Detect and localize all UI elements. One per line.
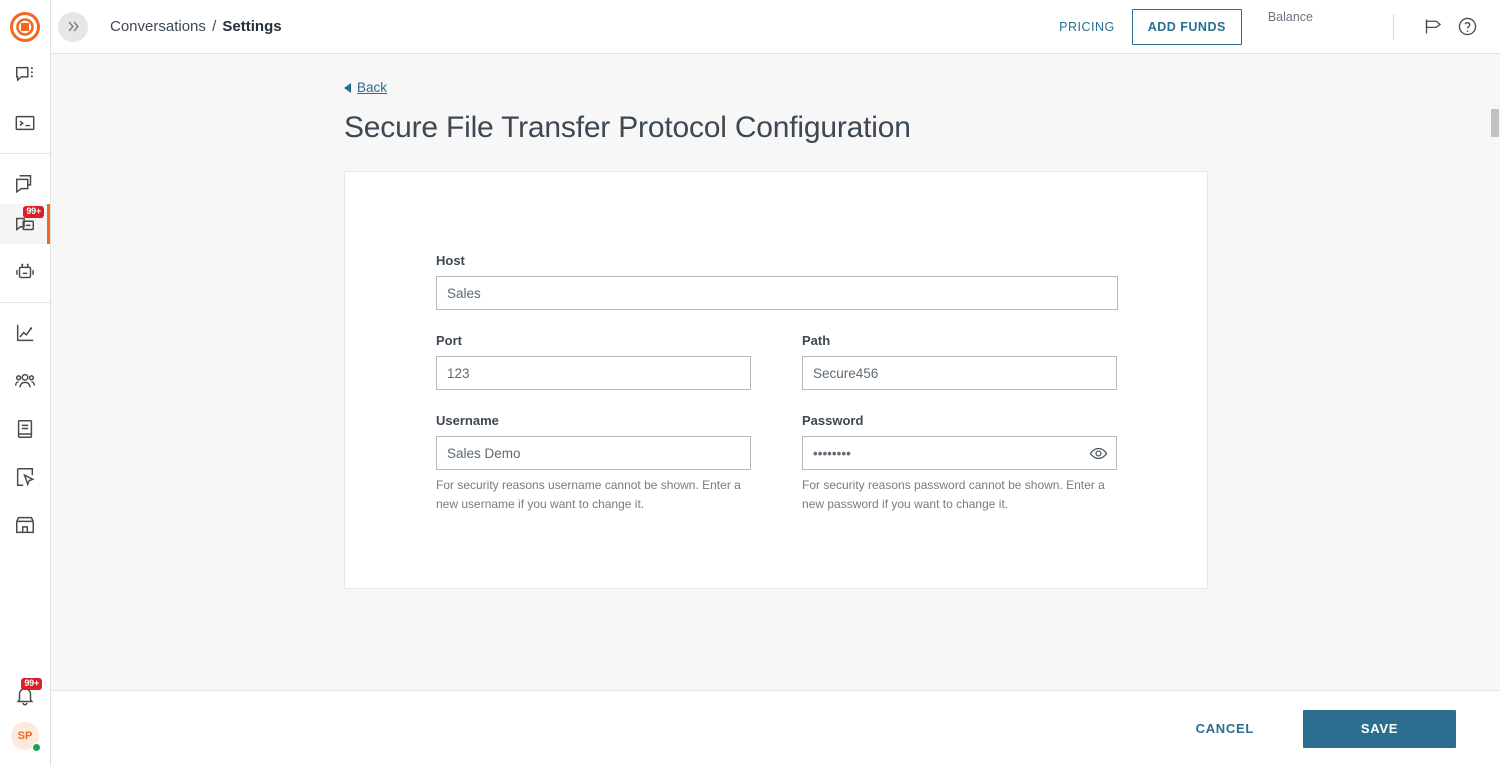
port-input[interactable] [436,356,751,390]
cursor-frame-icon [16,468,35,487]
eye-icon[interactable] [1087,442,1109,464]
host-field-group: Host [436,253,1118,310]
password-helper-text: For security reasons password cannot be … [802,478,1105,512]
sidebar-item-templates[interactable] [0,164,50,204]
sftp-config-card: Host Port Path Username [344,171,1208,589]
sidebar-item-console[interactable] [0,103,50,143]
back-caret-icon [344,82,351,93]
rail-divider [0,153,50,154]
host-input[interactable] [436,276,1118,310]
notifications-button[interactable]: 99+ [0,676,50,716]
copy-chat-icon [16,175,32,194]
port-field-group: Port [436,333,751,390]
sidebar-item-contacts[interactable] [0,361,50,401]
breadcrumb-separator: / [212,18,217,35]
sidebar-item-marketplace[interactable] [0,505,50,545]
breadcrumb-current: Settings [222,18,282,35]
port-path-row: Port Path [436,333,1118,390]
robot-icon [16,263,34,279]
header-divider [1393,13,1394,40]
presence-indicator [32,743,41,752]
megaphone-icon[interactable] [1416,10,1450,44]
top-header: Conversations / Settings PRICING ADD FUN… [51,0,1500,54]
left-nav-rail: 99+ 99+ SP [0,0,51,766]
storefront-icon [16,516,34,534]
host-label: Host [436,253,465,268]
people-group-icon [14,373,36,388]
breadcrumb: Conversations / Settings [110,18,282,35]
sidebar-item-inbox[interactable]: 99+ [0,204,50,244]
breadcrumb-parent[interactable]: Conversations [110,18,206,35]
target-logo-icon[interactable] [9,11,41,43]
password-input-wrapper [802,436,1117,470]
pricing-link[interactable]: PRICING [1059,20,1115,34]
sidebar-item-documents[interactable] [0,409,50,449]
header-actions: PRICING ADD FUNDS Balance [1059,0,1500,54]
terminal-icon [15,115,35,131]
app-root: 99+ 99+ SP Conversations / Settings PRIC… [0,0,1500,766]
page-scrollbar-thumb[interactable] [1491,109,1499,137]
rail-divider [0,302,50,303]
credentials-row: Username For security reasons username c… [436,413,1118,515]
password-input[interactable] [802,436,1117,470]
port-label: Port [436,333,462,348]
password-field-group: Password For security reasons password c… [802,413,1117,515]
password-label: Password [802,413,864,428]
username-input[interactable] [436,436,751,470]
sidebar-item-analytics[interactable] [0,313,50,353]
username-label: Username [436,413,499,428]
path-input[interactable] [802,356,1117,390]
rail-item-list: 99+ [0,55,50,545]
book-icon [17,420,33,438]
path-label: Path [802,333,831,348]
path-field-group: Path [802,333,1117,390]
sidebar-item-conversations[interactable] [0,55,50,95]
username-field-group: Username For security reasons username c… [436,413,751,515]
page-scrollbar-track[interactable] [1490,54,1500,690]
chat-bubble-dots-icon [16,66,33,82]
rail-bottom-section: 99+ SP [0,676,50,756]
balance-label: Balance [1267,9,1313,24]
sftp-form: Host Port Path Username [436,253,1118,515]
inbox-badge: 99+ [23,206,44,218]
line-chart-icon [16,324,34,342]
page-title: Secure File Transfer Protocol Configurat… [344,111,911,144]
cancel-button[interactable]: CANCEL [1182,711,1268,746]
back-link[interactable]: Back [344,80,387,95]
chevron-double-right-icon[interactable] [58,11,88,42]
back-label: Back [357,80,388,95]
save-button[interactable]: SAVE [1303,709,1456,748]
add-funds-button[interactable]: ADD FUNDS [1131,8,1242,45]
notifications-badge: 99+ [21,678,42,690]
avatar[interactable]: SP [0,716,50,756]
action-footer: CANCEL SAVE [51,690,1500,766]
page-content: Back Secure File Transfer Protocol Confi… [51,54,1500,690]
username-helper-text: For security reasons username cannot be … [436,478,741,512]
help-circle-icon[interactable] [1450,10,1484,44]
sidebar-item-bots[interactable] [0,252,50,292]
sidebar-item-campaigns[interactable] [0,457,50,497]
